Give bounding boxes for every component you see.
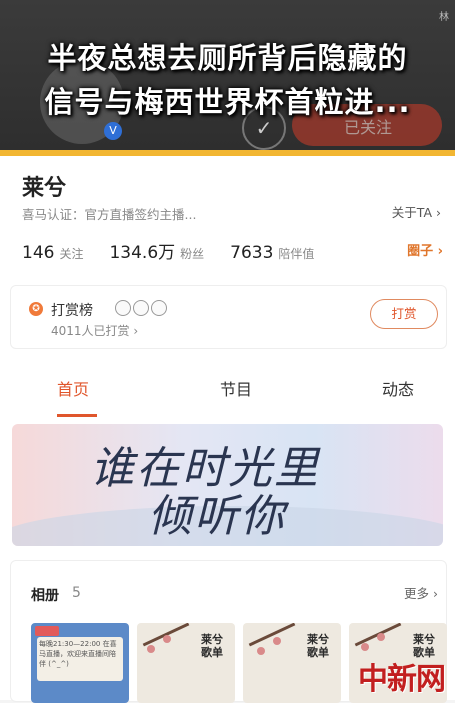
painting-caption: 莱兮歌单: [201, 633, 223, 659]
album-thumbnail[interactable]: 莱兮歌单: [243, 623, 341, 703]
stat-number: 146: [22, 243, 55, 263]
profile-banner[interactable]: 谁在时光里 倾听你: [12, 424, 443, 546]
album-thumbnail[interactable]: 每晚21:30—22:00 在喜马直播，欢迎来直播间陪伴 (^_^): [31, 623, 129, 703]
stat-label: 陪伴值: [278, 247, 315, 261]
tab-programs[interactable]: 节目: [220, 376, 252, 400]
plum-blossom: [273, 637, 281, 645]
profile-tabs: 首页 节目 动态: [0, 376, 455, 416]
painting-caption: 莱兮歌单: [307, 633, 329, 659]
gifter-avatar[interactable]: [133, 300, 149, 316]
stat-number: 7633: [230, 243, 274, 263]
news-watermark-logo: 中新网: [358, 662, 446, 697]
profile-stats: 146 关注 134.6万 粉丝 7633 陪伴值: [22, 238, 340, 263]
tab-home[interactable]: 首页: [57, 376, 89, 400]
active-tab-indicator: [57, 414, 97, 417]
plum-blossom: [257, 647, 265, 655]
corner-text: 林: [439, 12, 449, 23]
verified-badge-icon: V: [104, 122, 122, 140]
gift-ranking-card[interactable]: ✪ 打赏榜 4011人已打赏 › 打赏: [10, 285, 447, 349]
stat-label: 粉丝: [180, 247, 205, 261]
ranking-icon: ✪: [29, 302, 43, 316]
stat-label: 关注: [59, 247, 84, 261]
about-link[interactable]: 关于TA ›: [392, 202, 441, 221]
certification-text: 喜马认证：官方直播签约主播...: [22, 207, 197, 222]
circle-link[interactable]: 圈子 ›: [407, 240, 443, 259]
album-more-link[interactable]: 更多 ›: [404, 583, 438, 602]
plum-blossom: [147, 645, 155, 653]
album-title: 相册: [31, 588, 59, 604]
stat-fans[interactable]: 134.6万 粉丝: [109, 238, 204, 263]
headline-line-1: 半夜总想去厕所背后隐藏的: [47, 41, 408, 75]
stat-number: 134.6万: [109, 243, 176, 263]
plum-blossom: [377, 633, 385, 641]
gifter-avatar[interactable]: [115, 300, 131, 316]
news-headline: 半夜总想去厕所背后隐藏的 信号与梅西世界杯首粒进...: [0, 36, 455, 124]
gift-ranking-title: 打赏榜: [51, 303, 93, 319]
stat-companion[interactable]: 7633 陪伴值: [230, 243, 314, 263]
headline-line-2: 信号与梅西世界杯首粒进...: [44, 85, 411, 119]
plum-blossom: [163, 635, 171, 643]
plum-blossom: [361, 643, 369, 651]
album-thumbnail[interactable]: 莱兮歌单: [137, 623, 235, 703]
stat-following[interactable]: 146 关注: [22, 243, 83, 263]
tip-button[interactable]: 打赏: [370, 299, 438, 329]
tab-activity[interactable]: 动态: [382, 376, 414, 400]
album-count: 5: [72, 585, 81, 601]
thumbnail-tag: [35, 626, 59, 636]
schedule-note: 每晚21:30—22:00 在喜马直播，欢迎来直播间陪伴 (^_^): [37, 637, 123, 681]
profile-name: 莱兮: [22, 176, 67, 201]
top-gifters: [115, 300, 169, 316]
gifter-avatar[interactable]: [151, 300, 167, 316]
plum-branch: [248, 623, 296, 647]
banner-line-2: 倾听你: [148, 491, 286, 542]
gifter-count[interactable]: 4011人已打赏 ›: [51, 322, 138, 339]
